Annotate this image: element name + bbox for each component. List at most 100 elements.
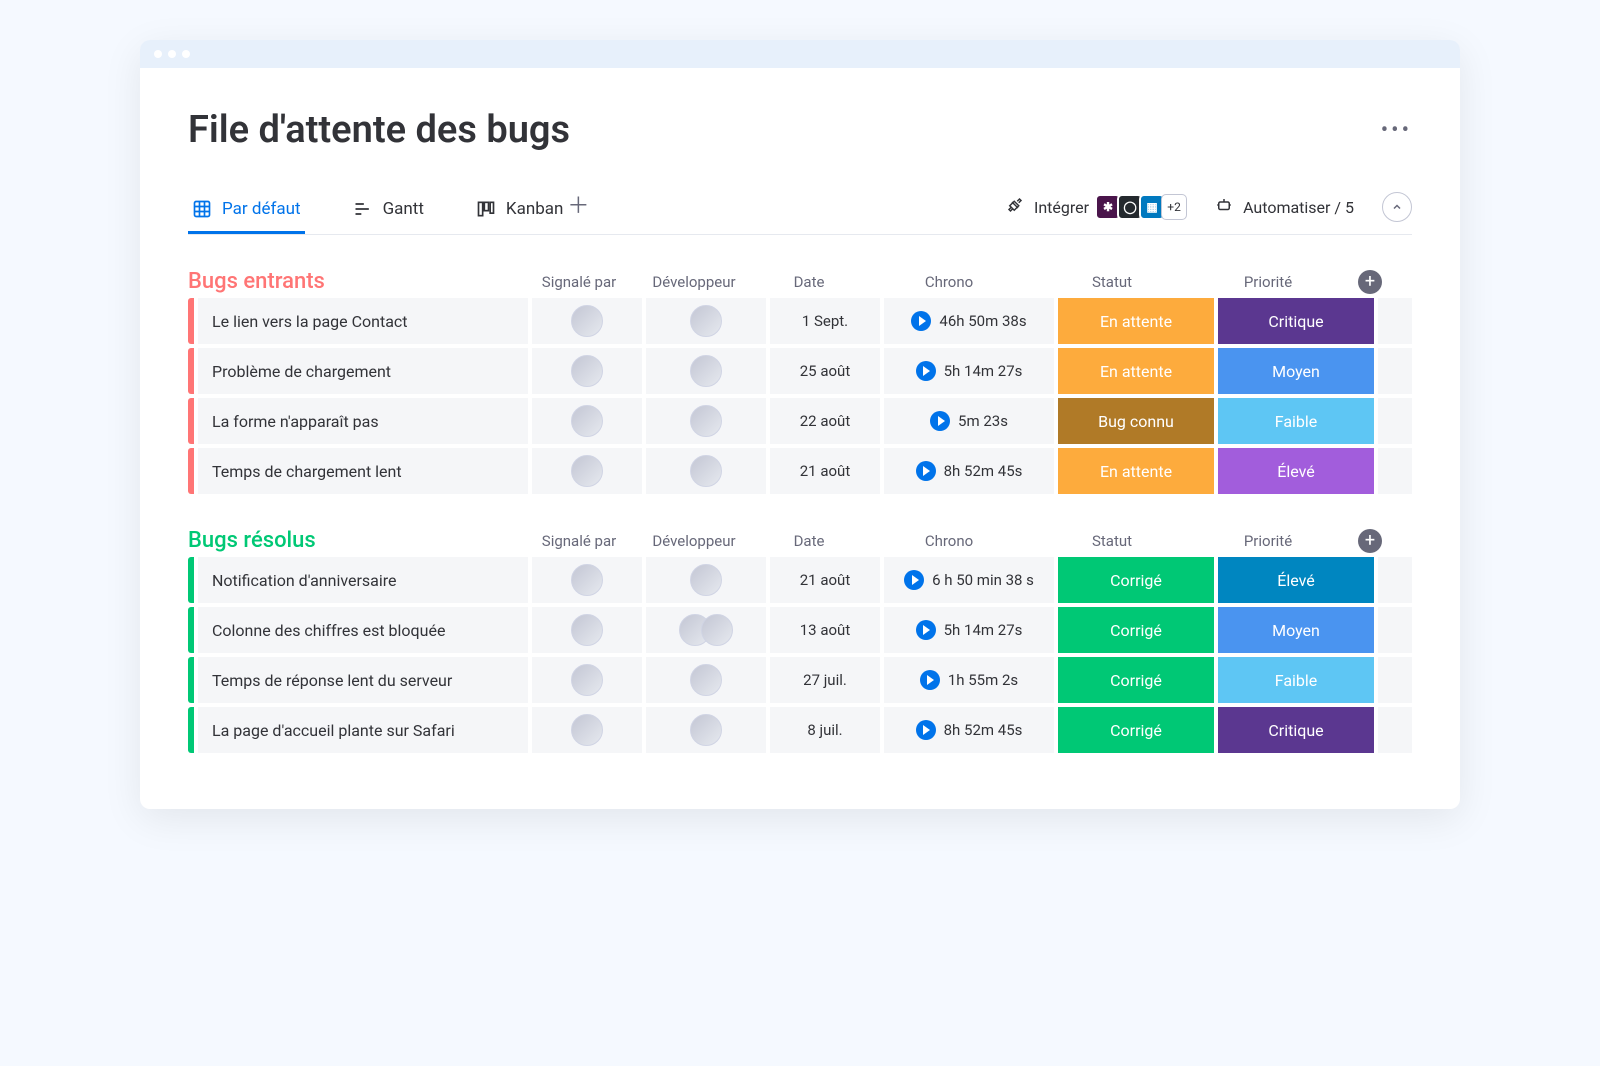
task-name-cell[interactable]: Temps de réponse lent du serveur xyxy=(198,657,528,703)
reported-by-cell[interactable] xyxy=(532,607,642,653)
col-header-chrono[interactable]: Chrono xyxy=(864,273,1034,291)
chrono-cell[interactable]: 46h 50m 38s xyxy=(884,298,1054,344)
table-row[interactable]: Notification d'anniversaire 21 août 6 h … xyxy=(188,557,1412,603)
play-icon[interactable] xyxy=(930,411,950,431)
date-cell[interactable]: 22 août xyxy=(770,398,880,444)
date-cell[interactable]: 21 août xyxy=(770,448,880,494)
integration-more-count[interactable]: +2 xyxy=(1161,194,1187,220)
col-header-chrono[interactable]: Chrono xyxy=(864,532,1034,550)
avatar[interactable] xyxy=(690,355,722,387)
developer-cell[interactable] xyxy=(646,657,766,703)
play-icon[interactable] xyxy=(916,461,936,481)
date-cell[interactable]: 13 août xyxy=(770,607,880,653)
play-icon[interactable] xyxy=(920,670,940,690)
play-icon[interactable] xyxy=(904,570,924,590)
group-title[interactable]: Bugs résolus xyxy=(188,528,524,553)
avatar[interactable] xyxy=(690,714,722,746)
developer-cell[interactable] xyxy=(646,398,766,444)
play-icon[interactable] xyxy=(916,720,936,740)
group-title[interactable]: Bugs entrants xyxy=(188,269,524,294)
chrono-cell[interactable]: 8h 52m 45s xyxy=(884,707,1054,753)
priority-cell[interactable]: Critique xyxy=(1218,298,1374,344)
task-name-cell[interactable]: Le lien vers la page Contact xyxy=(198,298,528,344)
chrono-cell[interactable]: 1h 55m 2s xyxy=(884,657,1054,703)
task-name-cell[interactable]: Notification d'anniversaire xyxy=(198,557,528,603)
task-name-cell[interactable]: Problème de chargement xyxy=(198,348,528,394)
col-header-status[interactable]: Statut xyxy=(1034,273,1190,291)
avatar[interactable] xyxy=(690,564,722,596)
status-cell[interactable]: En attente xyxy=(1058,348,1214,394)
col-header-date[interactable]: Date xyxy=(754,273,864,291)
status-cell[interactable]: Bug connu xyxy=(1058,398,1214,444)
status-cell[interactable]: En attente xyxy=(1058,448,1214,494)
col-header-developer[interactable]: Développeur xyxy=(634,273,754,291)
table-row[interactable]: Colonne des chiffres est bloquée 13 août… xyxy=(188,607,1412,653)
developer-cell[interactable] xyxy=(646,707,766,753)
reported-by-cell[interactable] xyxy=(532,398,642,444)
add-column-button[interactable]: + xyxy=(1358,529,1382,553)
automate-button[interactable]: Automatiser / 5 xyxy=(1215,196,1354,218)
col-header-status[interactable]: Statut xyxy=(1034,532,1190,550)
developer-cell[interactable] xyxy=(646,448,766,494)
avatar[interactable] xyxy=(690,405,722,437)
task-name-cell[interactable]: Temps de chargement lent xyxy=(198,448,528,494)
avatar[interactable] xyxy=(690,455,722,487)
chrono-cell[interactable]: 6 h 50 min 38 s xyxy=(884,557,1054,603)
developer-cell[interactable] xyxy=(646,607,766,653)
chrono-cell[interactable]: 5h 14m 27s xyxy=(884,607,1054,653)
col-header-developer[interactable]: Développeur xyxy=(634,532,754,550)
integrate-button[interactable]: Intégrer ✱ ◯ ▦ +2 xyxy=(1006,194,1187,220)
play-icon[interactable] xyxy=(916,361,936,381)
chrono-cell[interactable]: 8h 52m 45s xyxy=(884,448,1054,494)
play-icon[interactable] xyxy=(916,620,936,640)
col-header-reported[interactable]: Signalé par xyxy=(524,273,634,291)
date-cell[interactable]: 1 Sept. xyxy=(770,298,880,344)
reported-by-cell[interactable] xyxy=(532,348,642,394)
developer-cell[interactable] xyxy=(646,298,766,344)
collapse-toolbar-button[interactable] xyxy=(1382,192,1412,222)
priority-cell[interactable]: Moyen xyxy=(1218,607,1374,653)
reported-by-cell[interactable] xyxy=(532,448,642,494)
col-header-date[interactable]: Date xyxy=(754,532,864,550)
task-name-cell[interactable]: Colonne des chiffres est bloquée xyxy=(198,607,528,653)
col-header-reported[interactable]: Signalé par xyxy=(524,532,634,550)
date-cell[interactable]: 27 juil. xyxy=(770,657,880,703)
view-tab-grid[interactable]: Par défaut xyxy=(188,189,305,233)
play-icon[interactable] xyxy=(911,311,931,331)
status-cell[interactable]: Corrigé xyxy=(1058,557,1214,603)
chrono-cell[interactable]: 5h 14m 27s xyxy=(884,348,1054,394)
date-cell[interactable]: 8 juil. xyxy=(770,707,880,753)
reported-by-cell[interactable] xyxy=(532,557,642,603)
status-cell[interactable]: Corrigé xyxy=(1058,607,1214,653)
avatar[interactable] xyxy=(690,305,722,337)
add-view-button[interactable]: ＋ xyxy=(567,188,589,234)
status-cell[interactable]: Corrigé xyxy=(1058,707,1214,753)
task-name-cell[interactable]: La forme n'apparaît pas xyxy=(198,398,528,444)
view-tab-gantt[interactable]: Gantt xyxy=(349,189,428,233)
priority-cell[interactable]: Élevé xyxy=(1218,448,1374,494)
table-row[interactable]: La page d'accueil plante sur Safari 8 ju… xyxy=(188,707,1412,753)
table-row[interactable]: Le lien vers la page Contact 1 Sept. 46h… xyxy=(188,298,1412,344)
priority-cell[interactable]: Critique xyxy=(1218,707,1374,753)
priority-cell[interactable]: Moyen xyxy=(1218,348,1374,394)
more-options-button[interactable]: ••• xyxy=(1381,118,1412,143)
date-cell[interactable]: 25 août xyxy=(770,348,880,394)
table-row[interactable]: Temps de chargement lent 21 août 8h 52m … xyxy=(188,448,1412,494)
task-name-cell[interactable]: La page d'accueil plante sur Safari xyxy=(198,707,528,753)
view-tab-kanban[interactable]: Kanban xyxy=(472,189,567,233)
table-row[interactable]: Problème de chargement 25 août 5h 14m 27… xyxy=(188,348,1412,394)
table-row[interactable]: Temps de réponse lent du serveur 27 juil… xyxy=(188,657,1412,703)
developer-cell[interactable] xyxy=(646,557,766,603)
add-column-button[interactable]: + xyxy=(1358,270,1382,294)
avatar-pair[interactable] xyxy=(679,614,733,646)
developer-cell[interactable] xyxy=(646,348,766,394)
reported-by-cell[interactable] xyxy=(532,657,642,703)
avatar[interactable] xyxy=(690,664,722,696)
reported-by-cell[interactable] xyxy=(532,298,642,344)
priority-cell[interactable]: Élevé xyxy=(1218,557,1374,603)
priority-cell[interactable]: Faible xyxy=(1218,657,1374,703)
date-cell[interactable]: 21 août xyxy=(770,557,880,603)
priority-cell[interactable]: Faible xyxy=(1218,398,1374,444)
col-header-priority[interactable]: Priorité xyxy=(1190,273,1346,291)
status-cell[interactable]: En attente xyxy=(1058,298,1214,344)
